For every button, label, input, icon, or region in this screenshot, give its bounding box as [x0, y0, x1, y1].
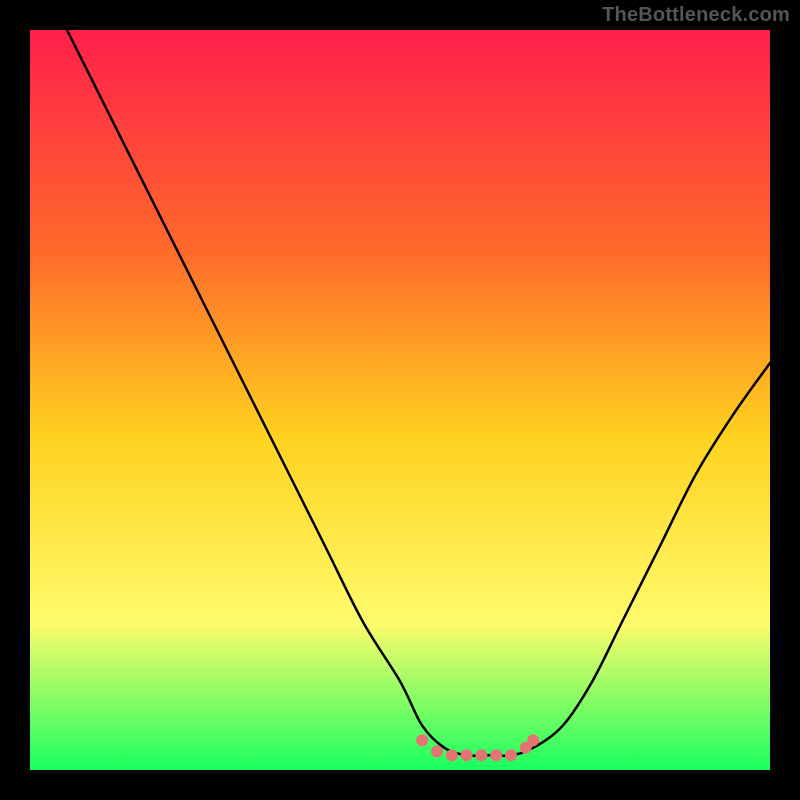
chart-stage: TheBottleneck.com [0, 0, 800, 800]
bottleneck-chart [0, 0, 800, 800]
optimal-marker [505, 749, 517, 761]
optimal-marker [461, 749, 473, 761]
watermark-text: TheBottleneck.com [602, 4, 790, 27]
optimal-marker [527, 734, 539, 746]
optimal-marker [490, 749, 502, 761]
optimal-marker [416, 734, 428, 746]
optimal-marker [446, 749, 458, 761]
plot-background [30, 30, 770, 770]
optimal-marker [475, 749, 487, 761]
optimal-marker [431, 746, 443, 758]
